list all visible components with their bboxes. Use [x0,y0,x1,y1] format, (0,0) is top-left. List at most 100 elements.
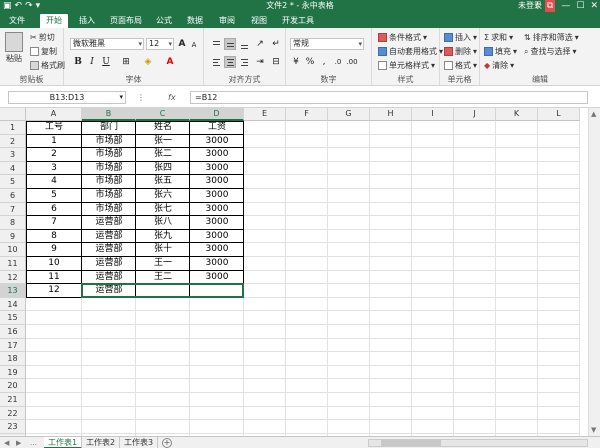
table-cell[interactable]: 运营部 [82,216,136,230]
table-cell[interactable]: 运营部 [82,230,136,244]
table-cell[interactable]: 8 [26,230,82,244]
comma-button[interactable]: , [318,56,330,68]
row-header[interactable]: 18 [0,352,26,366]
row-header[interactable]: 7 [0,202,26,217]
column-header[interactable]: G [328,108,370,121]
format-as-table-button[interactable]: 自动套用格式 ▾ [378,46,443,57]
table-cell[interactable]: 3000 [190,230,244,244]
tab-formulas[interactable]: 公式 [152,14,176,28]
row-header[interactable]: 12 [0,270,26,285]
wrap-text-icon[interactable]: ↵ [270,38,282,50]
minimize-icon[interactable]: — [561,0,570,12]
row-header[interactable]: 10 [0,243,26,257]
row-header[interactable]: 4 [0,161,26,176]
font-size-select[interactable]: 12 ▾ [146,38,174,50]
table-cell[interactable]: 张四 [136,162,190,176]
table-cell[interactable]: 3000 [190,189,244,203]
table-cell[interactable]: 3000 [190,162,244,176]
row-header[interactable]: 5 [0,175,26,189]
column-header[interactable]: J [454,108,496,121]
table-cell[interactable]: 工资 [190,121,244,135]
format-painter-button[interactable]: 格式刷 [30,60,65,71]
table-cell[interactable]: 市场部 [82,148,136,162]
vertical-scrollbar[interactable]: ▲ ▼ [588,108,600,436]
table-cell[interactable]: 张十 [136,243,190,257]
table-cell[interactable]: 张二 [136,148,190,162]
column-header[interactable]: C [136,108,190,121]
table-cell[interactable]: 市场部 [82,162,136,176]
sheet-tab-1[interactable]: 工作表1 [44,437,82,448]
table-cell[interactable]: 9 [26,243,82,257]
currency-icon[interactable]: ¥ [290,56,302,68]
spreadsheet-grid[interactable]: A B C D E F G H I J K L 1 2 3 4 5 6 7 8 9 10 11 12 13 14 15 16 17 18 1… [0,108,596,436]
merge-cells-icon[interactable]: ⊟ [270,56,282,68]
orientation-icon[interactable]: ↗ [254,38,266,50]
column-header[interactable]: K [496,108,538,121]
insert-function-button[interactable]: fx [168,91,176,104]
maximize-icon[interactable]: ☐ [576,0,584,12]
table-cell[interactable]: 3000 [190,175,244,189]
cell-styles-button[interactable]: 单元格样式 ▾ [378,60,435,71]
scroll-up-icon[interactable]: ▲ [591,110,596,118]
format-cells-button[interactable]: 格式 ▾ [444,60,477,71]
formula-input[interactable]: =B12 [190,91,588,104]
row-header[interactable]: 21 [0,393,26,407]
select-all-corner[interactable] [0,108,26,121]
table-cell[interactable]: 张八 [136,216,190,230]
tab-view[interactable]: 视图 [246,14,272,28]
cut-button[interactable]: ✂ 剪切 [30,32,55,43]
table-cell[interactable]: 3000 [190,203,244,217]
column-header[interactable]: F [286,108,328,121]
table-cell[interactable]: 6 [26,203,82,217]
sheet-prev-icon[interactable]: ◀ [4,437,9,448]
table-cell[interactable]: 王一 [136,257,190,271]
column-header[interactable]: B [82,108,136,121]
number-format-select[interactable]: 常规 ▾ [290,38,364,50]
copy-button[interactable]: 复制 [30,46,57,57]
tab-insert[interactable]: 插入 [74,14,100,28]
table-cell[interactable]: 7 [26,216,82,230]
table-cell[interactable]: 市场部 [82,175,136,189]
column-header[interactable]: D [190,108,244,121]
table-cell[interactable]: 3 [26,162,82,176]
table-cell[interactable]: 2 [26,148,82,162]
row-header[interactable]: 23 [0,420,26,434]
row-header[interactable]: 2 [0,134,26,149]
align-left-icon[interactable] [210,56,222,68]
decrease-decimal-icon[interactable]: .00 [346,56,358,68]
fill-button[interactable]: 填充 ▾ [484,46,517,57]
insert-cells-button[interactable]: 插入 ▾ [444,32,477,43]
delete-cells-button[interactable]: 删除 ▾ [444,46,477,57]
autosum-button[interactable]: Σ 求和 ▾ [484,32,513,43]
table-cell[interactable]: 张九 [136,230,190,244]
table-cell[interactable]: 市场部 [82,135,136,149]
table-cell[interactable]: 3000 [190,243,244,257]
table-cell[interactable]: 市场部 [82,189,136,203]
sheet-more-icon[interactable]: … [30,437,37,448]
table-cell[interactable]: 运营部 [82,257,136,271]
sheet-tab-3[interactable]: 工作表3 [120,437,158,448]
table-cell[interactable]: 5 [26,189,82,203]
bold-button[interactable]: B [72,56,84,68]
percent-button[interactable]: % [304,56,316,68]
close-icon[interactable]: ✕ [590,0,598,12]
grow-font-button[interactable]: A [176,38,188,50]
table-cell[interactable]: 姓名 [136,121,190,135]
row-header[interactable]: 14 [0,297,26,312]
table-cell[interactable]: 王二 [136,271,190,285]
find-select-button[interactable]: ⌕ 查找与选择 ▾ [524,46,577,57]
add-sheet-button[interactable]: + [162,438,172,448]
row-header[interactable]: 16 [0,325,26,339]
table-cell[interactable]: 运营部 [82,243,136,257]
table-cell[interactable]: 10 [26,257,82,271]
table-cell[interactable]: 3000 [190,135,244,149]
tab-page-layout[interactable]: 页面布局 [106,14,146,28]
row-header[interactable]: 8 [0,216,26,230]
help-icon[interactable]: ? [534,0,539,12]
table-cell[interactable]: 张五 [136,175,190,189]
column-header[interactable]: I [412,108,454,121]
align-middle-icon[interactable] [224,38,236,50]
shrink-font-button[interactable]: A [188,39,200,51]
name-box[interactable]: B13:D13 ▾ [8,91,126,104]
tab-home[interactable]: 开始 [40,14,68,28]
